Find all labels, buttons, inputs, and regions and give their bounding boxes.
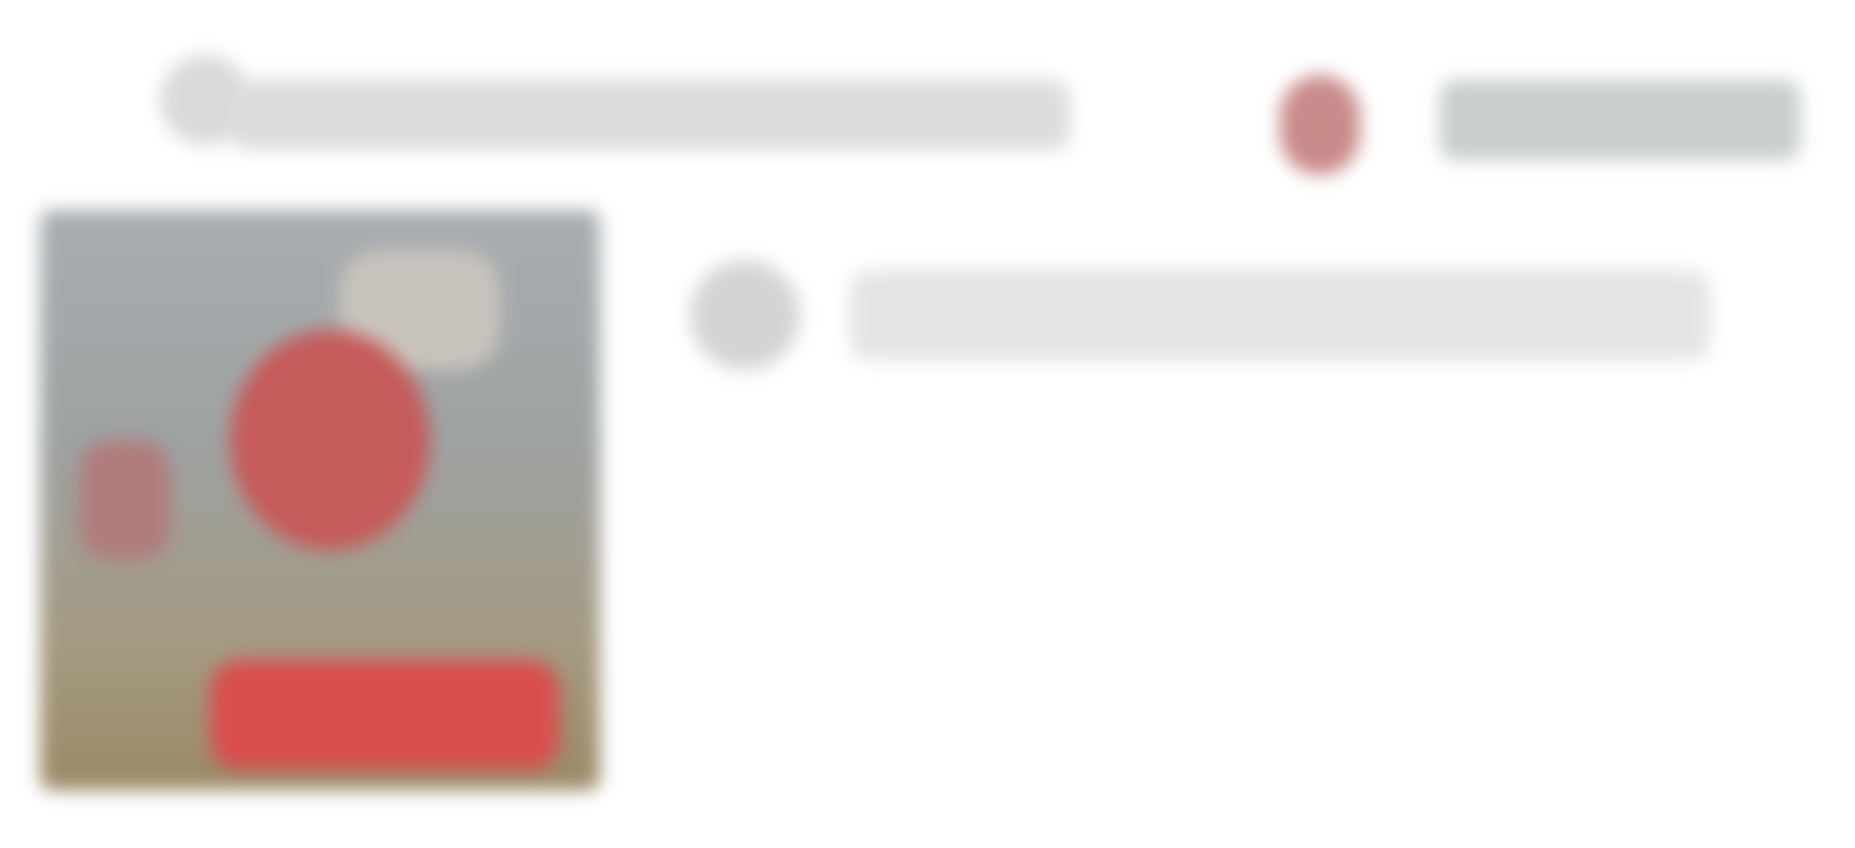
content-subheading	[850, 270, 1710, 360]
avatar[interactable]	[690, 260, 800, 370]
content-header	[690, 240, 1770, 390]
header-action-button[interactable]	[1440, 80, 1800, 160]
page-title	[230, 80, 1070, 150]
media-thumbnail[interactable]	[40, 210, 600, 790]
notification-icon[interactable]	[1280, 75, 1360, 175]
media-image-subject	[230, 330, 430, 550]
media-image-region	[80, 440, 170, 560]
media-banner	[210, 660, 560, 770]
page	[0, 0, 1855, 848]
